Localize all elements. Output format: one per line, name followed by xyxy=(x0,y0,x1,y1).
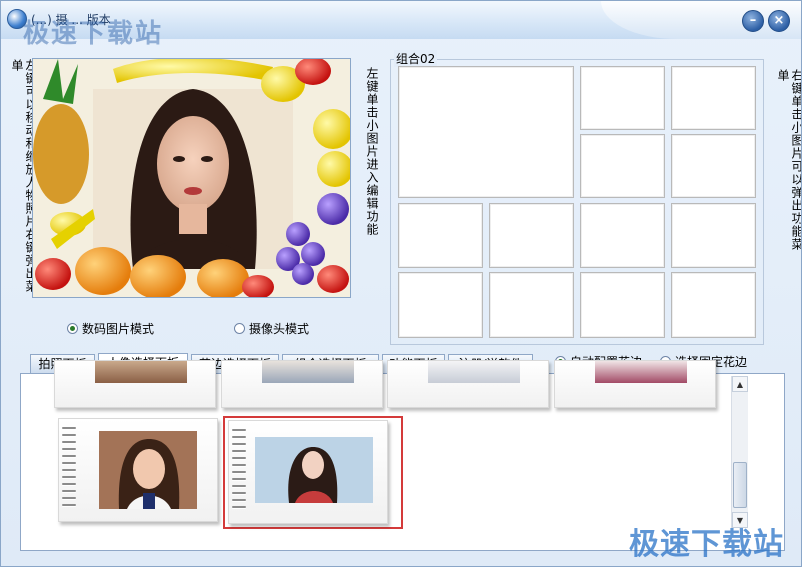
portrait-thumbnail[interactable] xyxy=(54,360,216,408)
template-cell[interactable] xyxy=(398,272,483,338)
portrait-with-fruit-frame-image xyxy=(33,59,350,297)
template-cell[interactable] xyxy=(671,134,756,198)
template-cell[interactable] xyxy=(671,66,756,130)
template-cell[interactable] xyxy=(580,203,665,268)
template-cell[interactable] xyxy=(671,272,756,338)
portrait-thumbnail-image xyxy=(99,431,197,509)
watermark-top: 极速下载站 xyxy=(23,19,164,49)
minimize-icon: – xyxy=(749,13,757,28)
scrollbar-thumb[interactable] xyxy=(733,462,747,508)
portrait-thumbnail[interactable] xyxy=(387,360,549,408)
portrait-thumbnail[interactable] xyxy=(58,418,218,522)
spiral-binding-icon xyxy=(62,427,76,511)
portrait-thumbnail[interactable] xyxy=(221,360,383,408)
scroll-up-icon: ▲ xyxy=(736,380,744,389)
template-cell[interactable] xyxy=(580,272,665,338)
portrait-thumbnail[interactable] xyxy=(554,360,716,408)
main-window: (...) 摄 ... 版本 极速下载站 – × 左键可以移动和缩放人物照片右键… xyxy=(0,0,802,567)
camera-mode-radio[interactable]: 摄像头模式 xyxy=(234,320,309,337)
scroll-up-button[interactable]: ▲ xyxy=(732,376,748,392)
camera-mode-label: 摄像头模式 xyxy=(249,322,310,336)
portrait-thumbnail-image xyxy=(428,361,520,383)
radio-unselected-icon xyxy=(234,323,245,334)
middle-hint: 左键单击小图片进入编辑功能 xyxy=(365,67,379,236)
minimize-button[interactable]: – xyxy=(742,10,764,32)
digital-photo-mode-radio[interactable]: 数码图片模式 xyxy=(67,320,154,337)
portrait-thumbnail-image xyxy=(255,437,373,503)
template-cell-large[interactable] xyxy=(398,66,574,198)
watermark-bottom: 极速下载站 xyxy=(629,527,784,562)
template-cell[interactable] xyxy=(398,203,483,268)
template-cell[interactable] xyxy=(580,66,665,130)
portrait-thumbnail-image xyxy=(262,361,354,383)
spiral-binding-icon xyxy=(232,429,246,513)
template-cell[interactable] xyxy=(489,272,574,338)
close-icon: × xyxy=(773,13,785,28)
template-cell[interactable] xyxy=(580,134,665,198)
portrait-thumbnail-image xyxy=(95,361,187,383)
title-bar[interactable]: (...) 摄 ... 版本 极速下载站 – × xyxy=(1,1,801,49)
portrait-thumbnail-image xyxy=(595,361,687,383)
digital-photo-mode-label: 数码图片模式 xyxy=(82,322,155,336)
portrait-panel-scrollbar[interactable]: ▲ ▼ xyxy=(731,376,748,528)
close-button[interactable]: × xyxy=(768,10,790,32)
template-cell[interactable] xyxy=(671,203,756,268)
group-title: 组合02 xyxy=(394,50,438,67)
radio-selected-icon xyxy=(67,323,78,334)
portrait-thumbnail-selected[interactable] xyxy=(228,420,388,524)
template-cell[interactable] xyxy=(489,203,574,268)
right-hint: 右键单击小图片可以弹出功能菜单 xyxy=(776,69,802,251)
photo-preview[interactable] xyxy=(32,58,351,298)
